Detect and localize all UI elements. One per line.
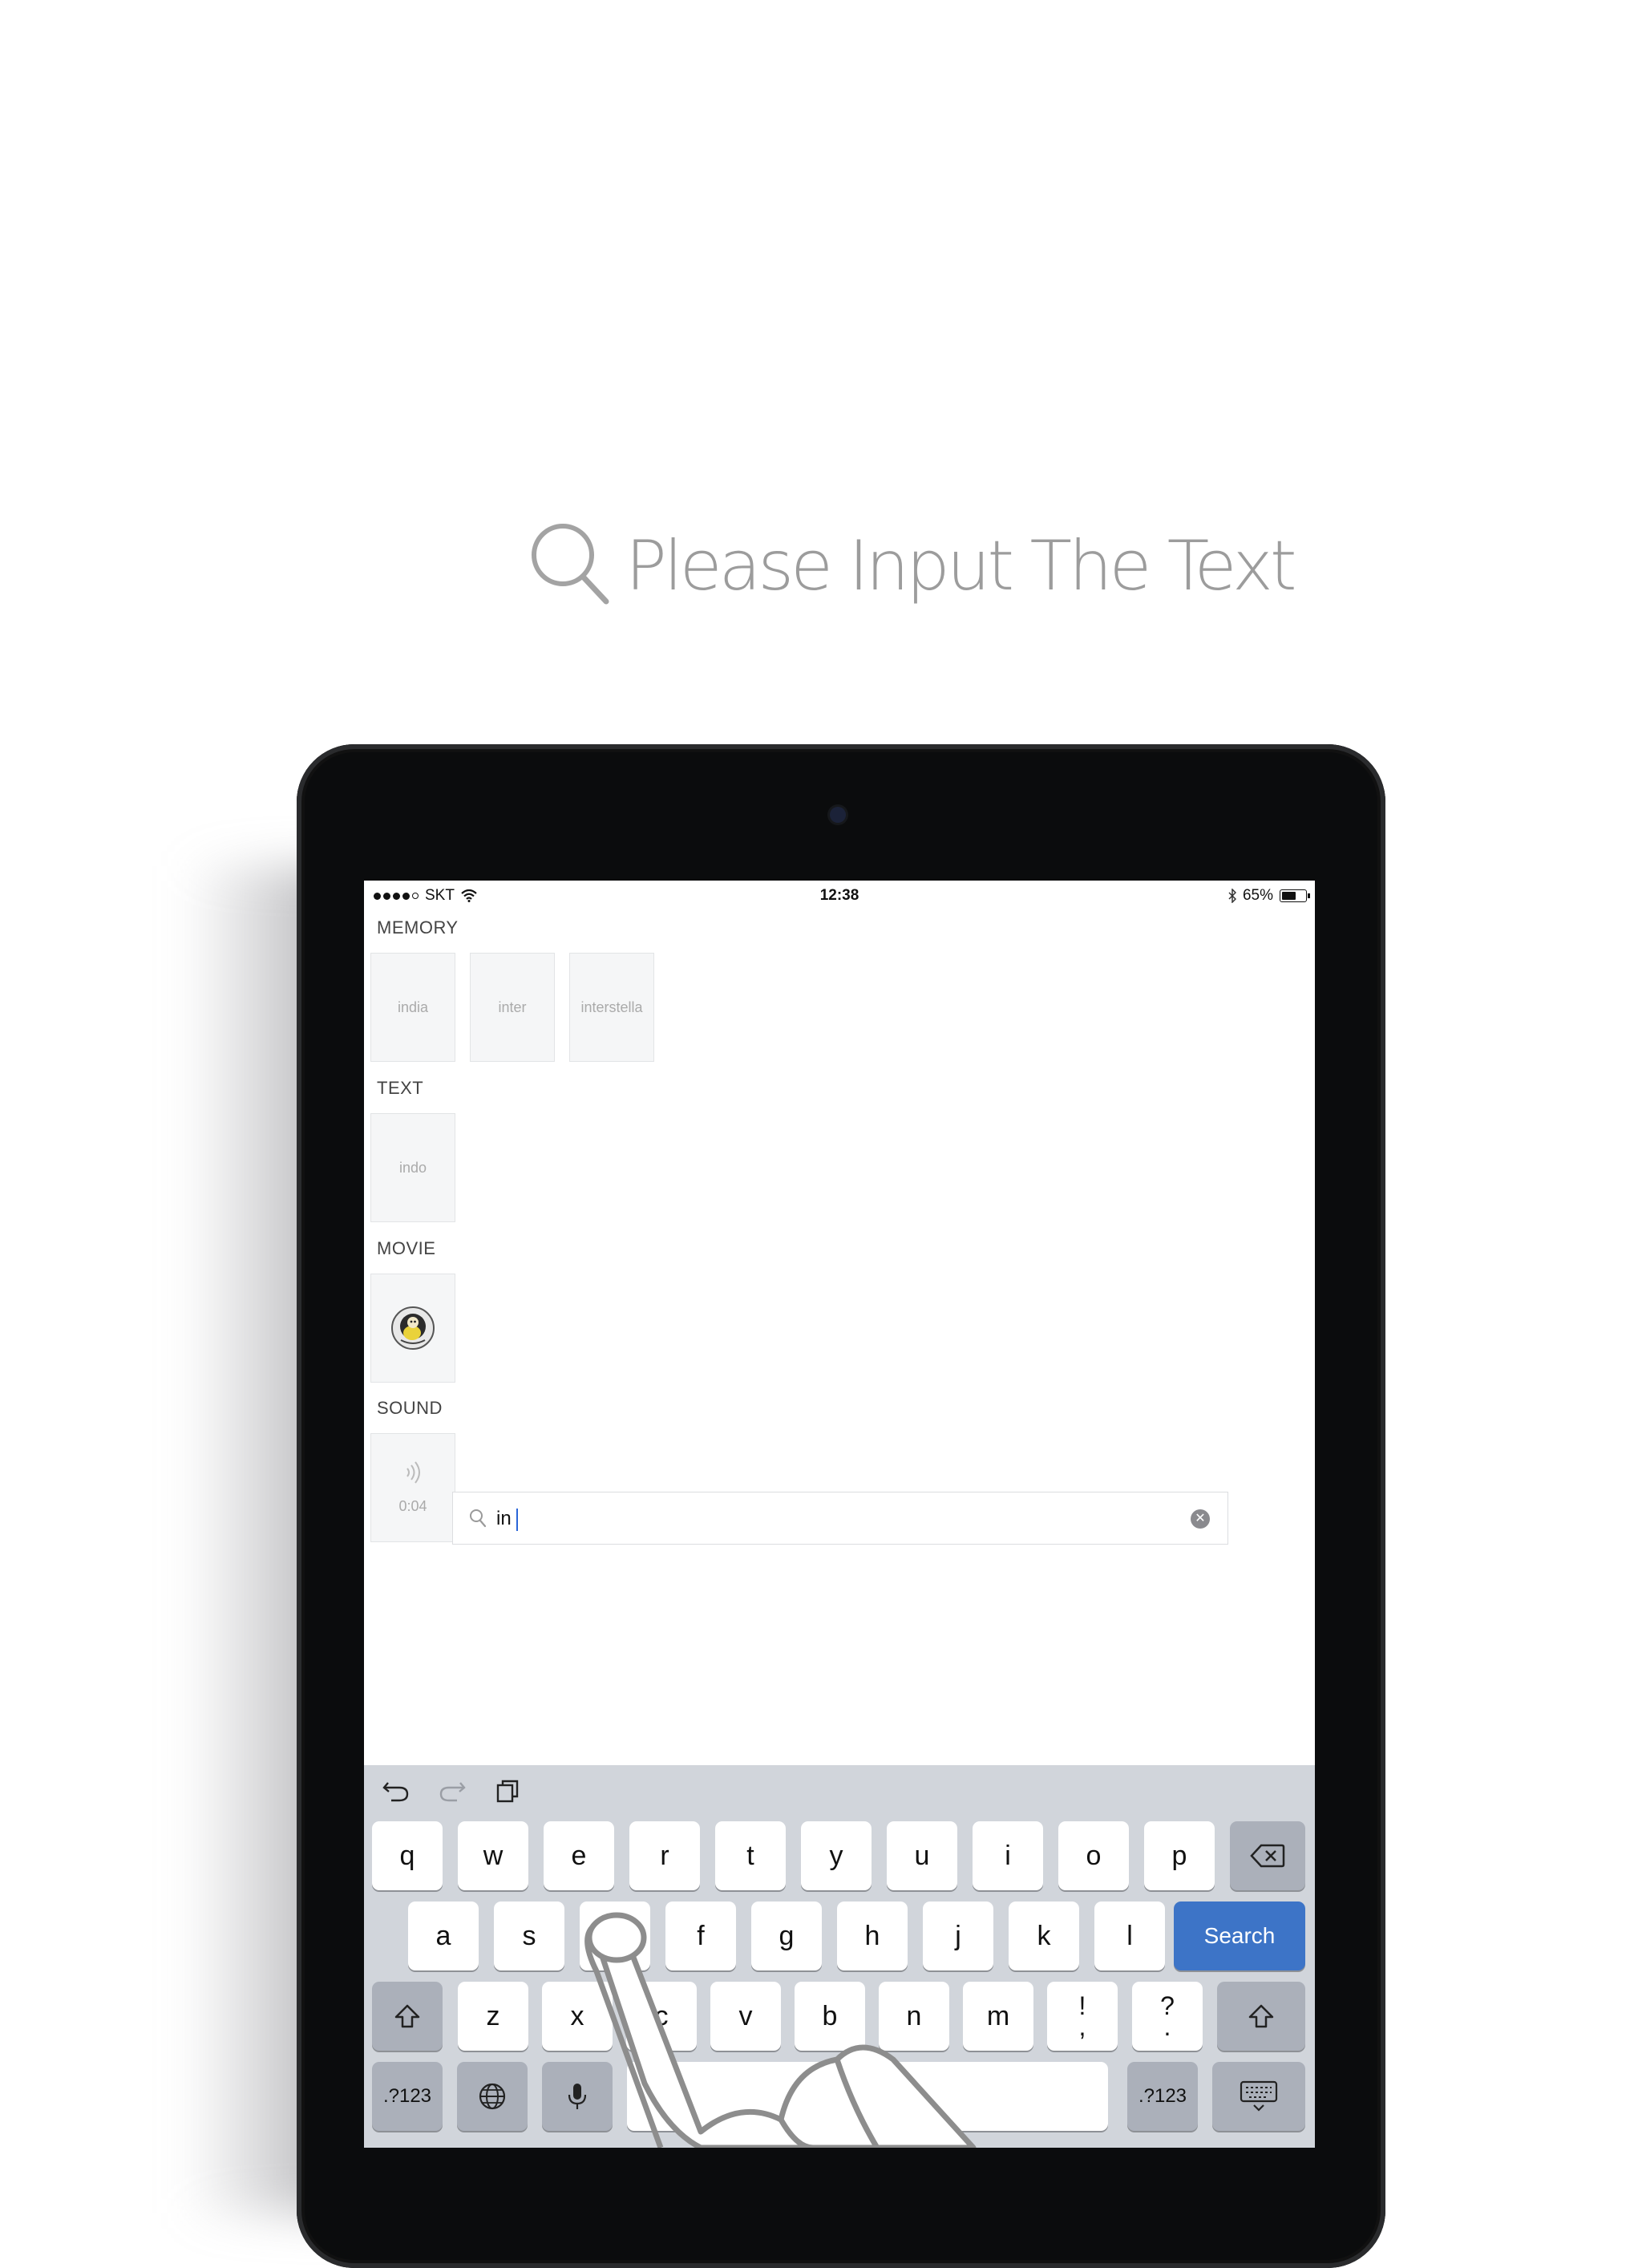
key-l[interactable]: l: [1094, 1901, 1165, 1970]
key-g[interactable]: g: [751, 1901, 822, 1970]
battery-percent: 65%: [1242, 887, 1273, 904]
search-input[interactable]: [496, 1504, 1154, 1534]
key-k[interactable]: k: [1009, 1901, 1079, 1970]
camera-lens: [830, 807, 846, 823]
clear-icon[interactable]: ✕: [1191, 1509, 1210, 1529]
key-f[interactable]: f: [665, 1901, 736, 1970]
sound-duration: 0:04: [398, 1497, 427, 1514]
onscreen-keyboard: q w e r t y u i o p a s d f g h j k l Search z x c v b n m!,?. .?12…: [364, 1765, 1315, 2148]
paste-icon[interactable]: [495, 1778, 521, 1804]
key-a[interactable]: a: [408, 1901, 479, 1970]
key-h[interactable]: h: [837, 1901, 908, 1970]
bluetooth-icon: [1228, 889, 1236, 903]
memory-tile[interactable]: interstella: [569, 953, 654, 1062]
shift-key-right[interactable]: [1217, 1982, 1305, 2051]
undo-icon[interactable]: [382, 1778, 410, 1802]
shift-key-left[interactable]: [372, 1982, 443, 2051]
key-x[interactable]: x: [542, 1982, 613, 2051]
section-label-movie: MOVIE: [377, 1238, 436, 1258]
sound-tile[interactable]: 0:04: [370, 1433, 455, 1542]
memory-tile[interactable]: inter: [470, 953, 555, 1062]
space-key[interactable]: [627, 2062, 1108, 2131]
movie-thumbnail: [391, 1306, 435, 1350]
search-bar[interactable]: ✕: [452, 1492, 1228, 1545]
section-label-text: TEXT: [377, 1078, 424, 1098]
key-z[interactable]: z: [458, 1982, 528, 2051]
key-v[interactable]: v: [710, 1982, 781, 2051]
shift-icon: [394, 2004, 420, 2028]
key-j[interactable]: j: [923, 1901, 993, 1970]
microphone-icon: [568, 2084, 587, 2109]
globe-icon: [479, 2083, 506, 2110]
keyboard-shortcut-bar: [364, 1765, 1315, 1815]
key-o[interactable]: o: [1058, 1821, 1129, 1890]
search-key[interactable]: Search: [1174, 1901, 1305, 1970]
keyboard-dismiss-icon: [1240, 2080, 1278, 2112]
key-t[interactable]: t: [715, 1821, 786, 1890]
section-label-sound: SOUND: [377, 1398, 443, 1418]
key-y[interactable]: y: [801, 1821, 872, 1890]
numbers-key-left[interactable]: .?123: [372, 2062, 443, 2131]
backspace-key[interactable]: [1230, 1821, 1305, 1890]
key-u[interactable]: u: [887, 1821, 957, 1890]
key-e[interactable]: e: [544, 1821, 614, 1890]
key-r[interactable]: r: [629, 1821, 700, 1890]
key-n[interactable]: n: [879, 1982, 949, 2051]
key-m[interactable]: m: [963, 1982, 1033, 2051]
globe-key[interactable]: [457, 2062, 528, 2131]
clock: 12:38: [819, 887, 859, 904]
dismiss-keyboard-key[interactable]: [1212, 2062, 1305, 2131]
punct-bottom: .: [1163, 2012, 1171, 2041]
search-icon: [532, 524, 609, 605]
backspace-icon: [1250, 1844, 1285, 1868]
key-question-period[interactable]: ?.: [1132, 1982, 1203, 2051]
shift-icon: [1248, 2004, 1274, 2028]
punct-bottom: ,: [1078, 2012, 1086, 2041]
key-i[interactable]: i: [973, 1821, 1043, 1890]
microphone-key[interactable]: [542, 2062, 613, 2131]
search-field-icon: [470, 1509, 487, 1528]
key-c[interactable]: c: [626, 1982, 697, 2051]
key-s[interactable]: s: [494, 1901, 564, 1970]
redo-icon[interactable]: [438, 1778, 467, 1802]
numbers-key-right[interactable]: .?123: [1127, 2062, 1198, 2131]
app-screen: SKT 12:38 65% MEMORY india inter interst…: [364, 881, 1315, 2148]
movie-tile[interactable]: [370, 1274, 455, 1383]
key-w[interactable]: w: [458, 1821, 528, 1890]
key-d[interactable]: d: [580, 1901, 650, 1970]
memory-tile[interactable]: india: [370, 953, 455, 1062]
headline-text: Please Input The Text: [625, 526, 1297, 606]
text-caret: [516, 1509, 518, 1531]
key-p[interactable]: p: [1144, 1821, 1215, 1890]
sound-wave-icon: [406, 1460, 420, 1484]
text-tile[interactable]: indo: [370, 1113, 455, 1222]
key-q[interactable]: q: [372, 1821, 443, 1890]
key-exclamation-comma[interactable]: !,: [1047, 1982, 1118, 2051]
section-label-memory: MEMORY: [377, 917, 459, 938]
status-bar: SKT 12:38 65%: [364, 881, 1315, 909]
battery-icon: [1280, 889, 1310, 902]
key-b[interactable]: b: [795, 1982, 865, 2051]
headline: Please Input The Text: [529, 521, 1297, 618]
